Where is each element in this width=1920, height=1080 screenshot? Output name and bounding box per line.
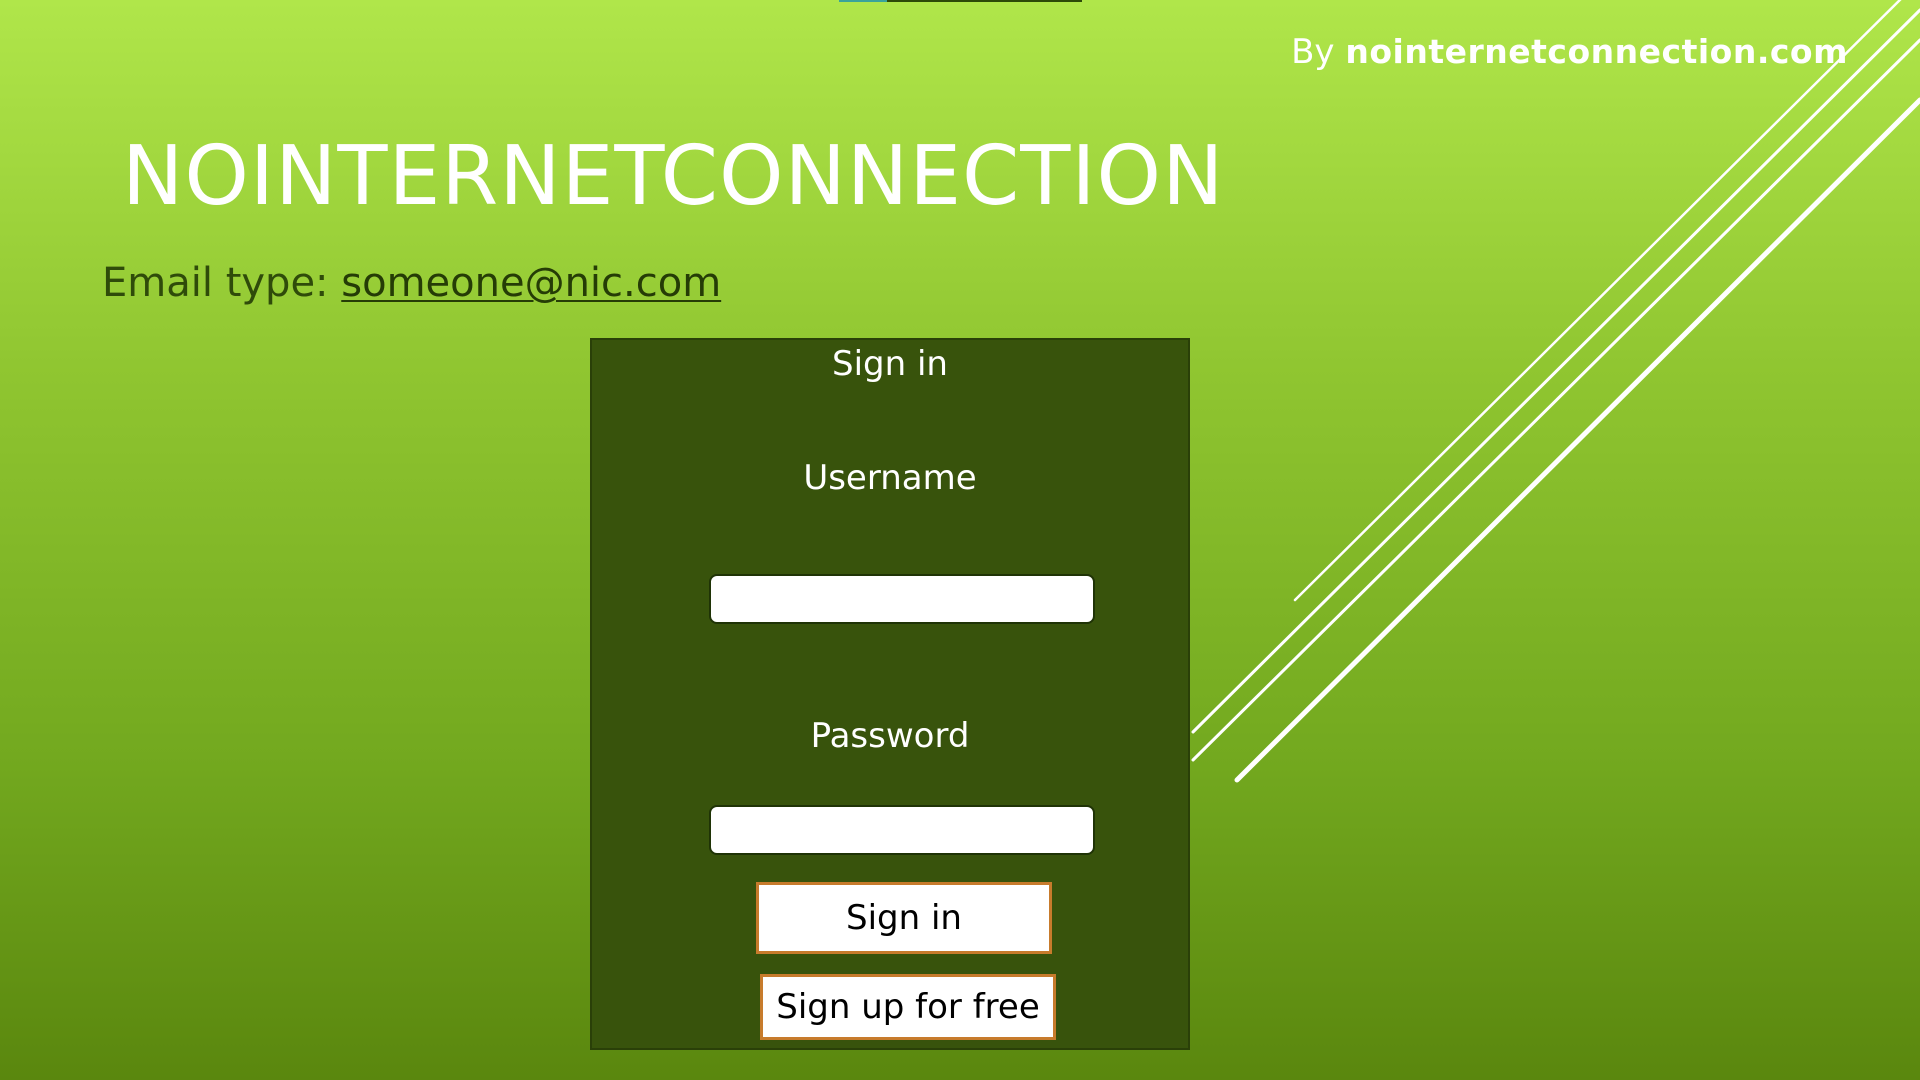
email-hint: Email type: someone@nic.com xyxy=(102,260,721,306)
byline: By nointernetconnection.com xyxy=(1291,32,1848,72)
sign-up-button[interactable]: Sign up for free xyxy=(760,974,1056,1040)
email-hint-label: Email type: xyxy=(102,260,329,306)
email-example-link[interactable]: someone@nic.com xyxy=(341,260,721,306)
sign-in-button[interactable]: Sign in xyxy=(756,882,1052,954)
page-title: NOINTERNETCONNECTION xyxy=(122,129,1225,224)
password-label: Password xyxy=(810,716,970,756)
username-label: Username xyxy=(803,458,977,498)
username-field[interactable] xyxy=(709,574,1095,624)
password-field[interactable] xyxy=(709,805,1095,855)
byline-brand: nointernetconnection.com xyxy=(1345,32,1848,71)
login-panel: Sign in Username Password Sign in Sign u… xyxy=(590,338,1190,1050)
byline-prefix: By xyxy=(1291,32,1335,72)
login-panel-title: Sign in xyxy=(832,344,948,384)
top-edge-mark xyxy=(839,0,1082,2)
